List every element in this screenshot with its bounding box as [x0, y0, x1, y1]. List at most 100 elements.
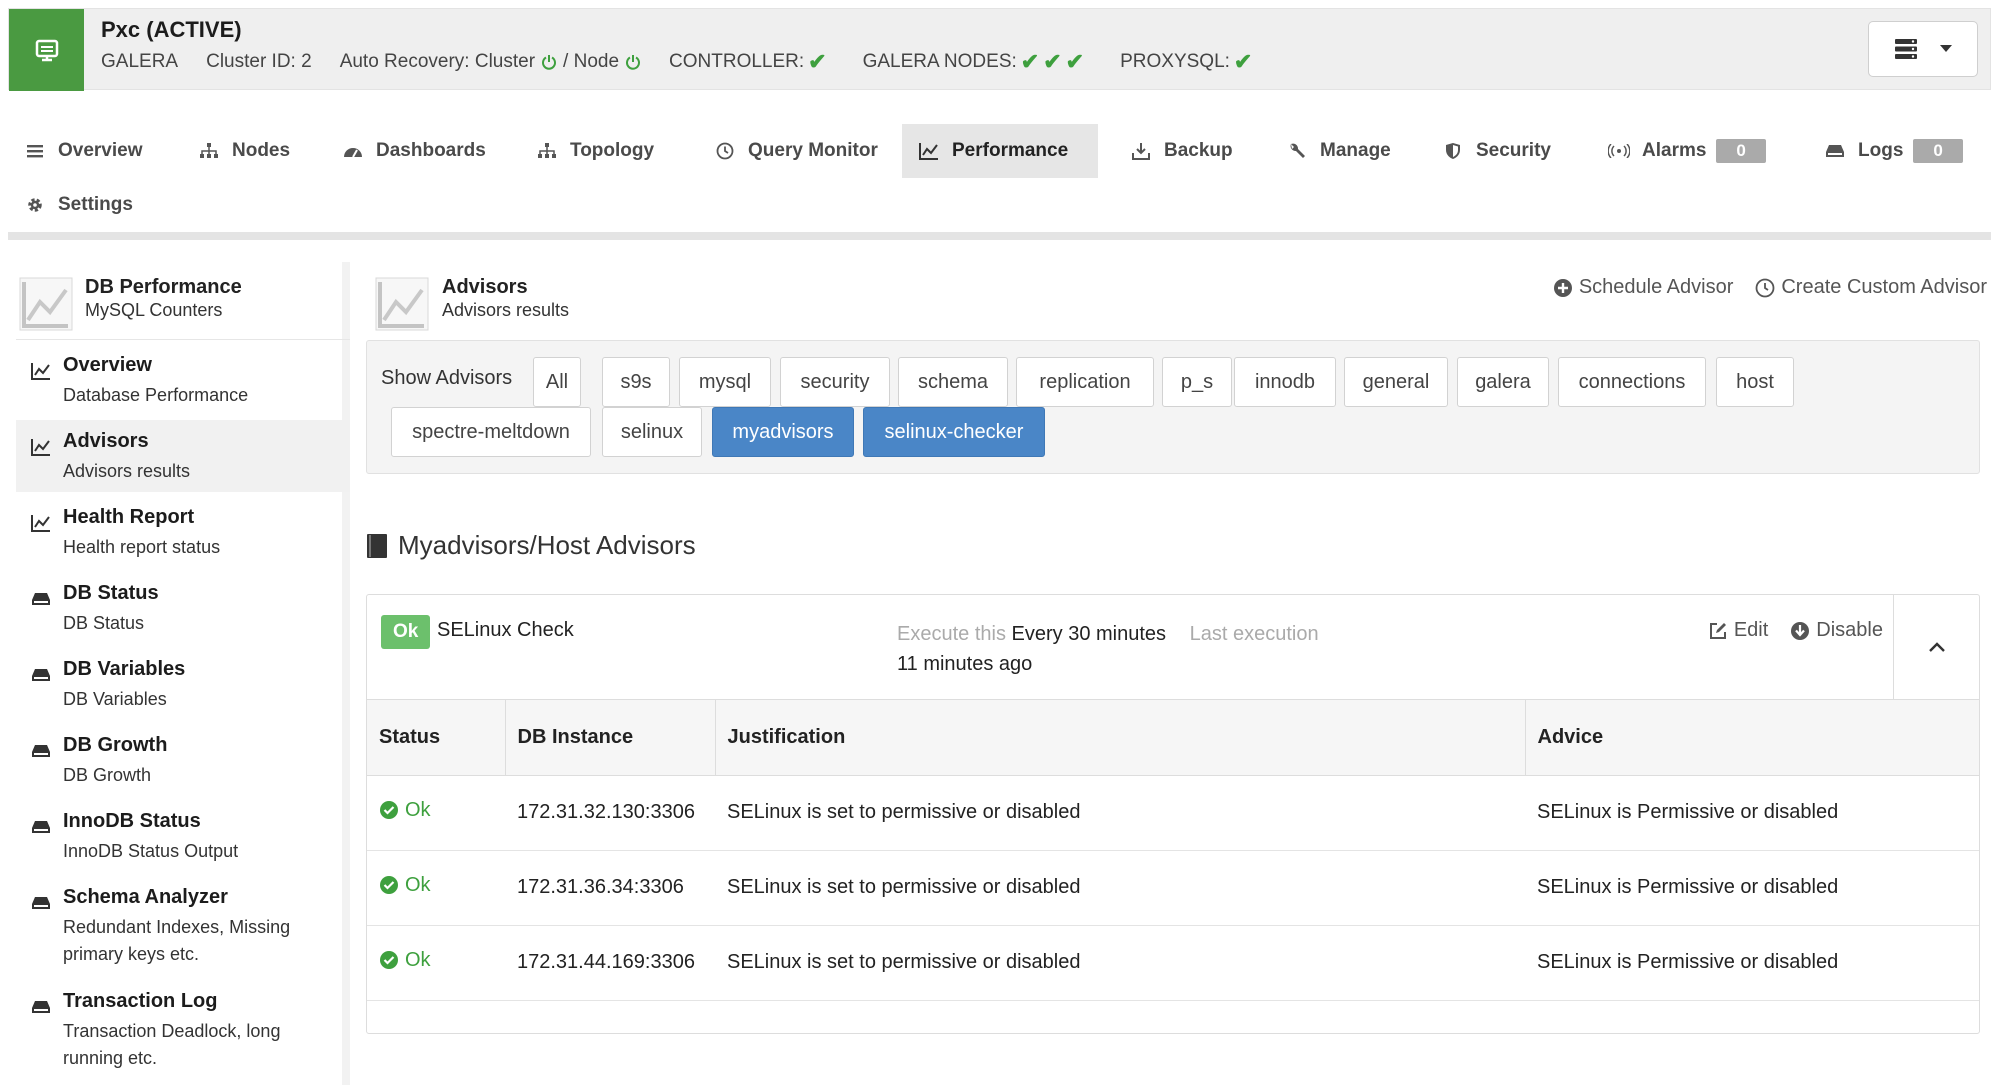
sidebar-item-db-growth[interactable]: DB Growth DB Growth — [16, 724, 350, 796]
last-execution-value: 11 minutes ago — [897, 653, 1033, 675]
filter-innodb-button[interactable]: innodb — [1234, 357, 1336, 407]
row-status: Ok — [367, 850, 505, 926]
server-stack-icon — [1895, 39, 1917, 59]
cluster-header: Pxc (ACTIVE) GALERA Cluster ID: 2 Auto R… — [8, 8, 1991, 91]
status-badge: Ok — [381, 615, 431, 649]
collapse-button[interactable] — [1893, 595, 1979, 699]
filter-spectre-meltdown-button[interactable]: spectre-meltdown — [391, 407, 591, 457]
edit-icon — [1709, 622, 1726, 639]
row-status: Ok — [367, 775, 505, 851]
sidebar: DB Performance MySQL Counters Overview D… — [16, 262, 350, 1085]
broadcast-icon — [1608, 140, 1630, 162]
row-instance: 172.31.32.130:3306 — [505, 775, 715, 851]
disable-button[interactable]: Disable — [1790, 619, 1883, 642]
power-icon[interactable] — [625, 54, 641, 70]
sitemap-icon — [198, 140, 220, 162]
schedule-advisor-button[interactable]: Schedule Advisor — [1553, 276, 1733, 299]
plus-circle-icon — [1553, 278, 1572, 297]
wrench-icon — [1286, 140, 1308, 162]
check-circle-icon — [380, 951, 398, 970]
shield-icon — [1442, 140, 1464, 162]
advisor-schedule: Execute this Every 30 minutes Last execu… — [897, 623, 1319, 675]
drive-icon — [30, 892, 52, 914]
filter-replication-button[interactable]: replication — [1016, 357, 1154, 407]
tab-query-monitor[interactable]: Query Monitor — [698, 124, 894, 178]
drive-icon — [30, 816, 52, 838]
cluster-title: Pxc (ACTIVE) — [101, 17, 242, 42]
table-row: Ok 172.31.36.34:3306 SELinux is set to p… — [367, 850, 1979, 926]
row-justification: SELinux is set to permissive or disabled — [715, 925, 1525, 1001]
tab-alarms[interactable]: Alarms 0 — [1592, 124, 1782, 178]
line-chart-icon — [918, 140, 940, 162]
row-instance: 172.31.44.169:3306 — [505, 925, 715, 1001]
filter-myadvisors-button[interactable]: myadvisors — [712, 407, 854, 457]
filter-selinux-checker-button[interactable]: selinux-checker — [863, 407, 1045, 457]
filter-general-button[interactable]: general — [1344, 357, 1448, 407]
list-icon — [24, 140, 46, 162]
cluster-type: GALERA — [101, 51, 179, 72]
tab-topology[interactable]: Topology — [520, 124, 670, 178]
row-advice: SELinux is Permissive or disabled — [1525, 775, 1979, 851]
filter-p-s-button[interactable]: p_s — [1162, 357, 1232, 407]
line-chart-icon — [30, 436, 52, 458]
main-nav: Overview Nodes Dashboards Topology Query… — [8, 122, 1991, 240]
line-chart-icon — [30, 512, 52, 534]
row-instance: 172.31.36.34:3306 — [505, 850, 715, 926]
filter-galera-button[interactable]: galera — [1457, 357, 1549, 407]
tab-manage[interactable]: Manage — [1270, 124, 1407, 178]
advisor-results-table: Status DB Instance Justification Advice … — [367, 700, 1979, 1001]
clock-icon — [714, 140, 736, 162]
filter-connections-button[interactable]: connections — [1558, 357, 1706, 407]
tab-logs[interactable]: Logs 0 — [1808, 124, 1979, 178]
content-actions: Schedule Advisor Create Custom Advisor — [1531, 276, 1987, 299]
caret-down-icon — [1940, 45, 1952, 52]
filter-selinux-button[interactable]: selinux — [602, 407, 702, 457]
sidebar-item-schema-analyzer[interactable]: Schema Analyzer Redundant Indexes, Missi… — [16, 876, 350, 976]
create-custom-advisor-button[interactable]: Create Custom Advisor — [1755, 276, 1987, 299]
edit-button[interactable]: Edit — [1708, 619, 1768, 642]
sidebar-item-db-variables[interactable]: DB Variables DB Variables — [16, 648, 350, 720]
drive-icon — [30, 740, 52, 762]
column-header-db-instance: DB Instance — [505, 700, 716, 776]
galera-nodes-status: GALERA NODES: ✔ ✔ ✔ — [862, 49, 1085, 74]
cluster-menu-button[interactable] — [1868, 21, 1978, 77]
arrow-circle-down-icon — [1791, 621, 1810, 640]
sidebar-item-innodb-status[interactable]: InnoDB Status InnoDB Status Output — [16, 800, 350, 872]
advisor-card: Ok SELinux Check Execute this Every 30 m… — [366, 594, 1980, 1034]
filter-security-button[interactable]: security — [780, 357, 890, 407]
sidebar-item-overview[interactable]: Overview Database Performance — [16, 344, 350, 416]
database-icon — [1824, 140, 1846, 162]
sidebar-item-health-report[interactable]: Health Report Health report status — [16, 496, 350, 568]
tab-settings[interactable]: Settings — [8, 178, 149, 232]
sidebar-title: DB Performance — [85, 276, 242, 298]
check-circle-icon — [380, 801, 398, 820]
filter-all-button[interactable]: All — [533, 357, 581, 407]
book-icon — [367, 533, 387, 558]
tab-backup[interactable]: Backup — [1114, 124, 1249, 178]
check-circle-icon — [380, 876, 398, 895]
tab-dashboards[interactable]: Dashboards — [326, 124, 502, 178]
filter-host-button[interactable]: host — [1716, 357, 1794, 407]
performance-chart-icon — [19, 277, 73, 331]
table-row: Ok 172.31.44.169:3306 SELinux is set to … — [367, 925, 1979, 1001]
tab-nodes[interactable]: Nodes — [182, 124, 306, 178]
power-icon[interactable] — [541, 54, 557, 70]
sidebar-item-db-status[interactable]: DB Status DB Status — [16, 572, 350, 644]
gear-icon — [24, 194, 46, 216]
tab-overview[interactable]: Overview — [8, 124, 159, 178]
filter-mysql-button[interactable]: mysql — [679, 357, 771, 407]
filter-schema-button[interactable]: schema — [898, 357, 1008, 407]
drive-icon — [30, 588, 52, 610]
column-header-status: Status — [367, 700, 506, 776]
row-justification: SELinux is set to permissive or disabled — [715, 850, 1525, 926]
sidebar-item-advisors[interactable]: Advisors Advisors results — [16, 420, 350, 492]
cluster-meta: GALERA Cluster ID: 2 Auto Recovery: Clus… — [101, 49, 1252, 75]
tab-security[interactable]: Security — [1426, 124, 1567, 178]
filter-s9s-button[interactable]: s9s — [602, 357, 670, 407]
section-title: Myadvisors/Host Advisors — [366, 530, 696, 561]
sidebar-item-transaction-log[interactable]: Transaction Log Transaction Deadlock, lo… — [16, 980, 350, 1080]
tab-performance[interactable]: Performance — [902, 124, 1098, 178]
controller-status: CONTROLLER: ✔ — [669, 49, 827, 74]
auto-recovery-cluster: Auto Recovery: Cluster — [340, 51, 557, 73]
download-icon — [1130, 140, 1152, 162]
